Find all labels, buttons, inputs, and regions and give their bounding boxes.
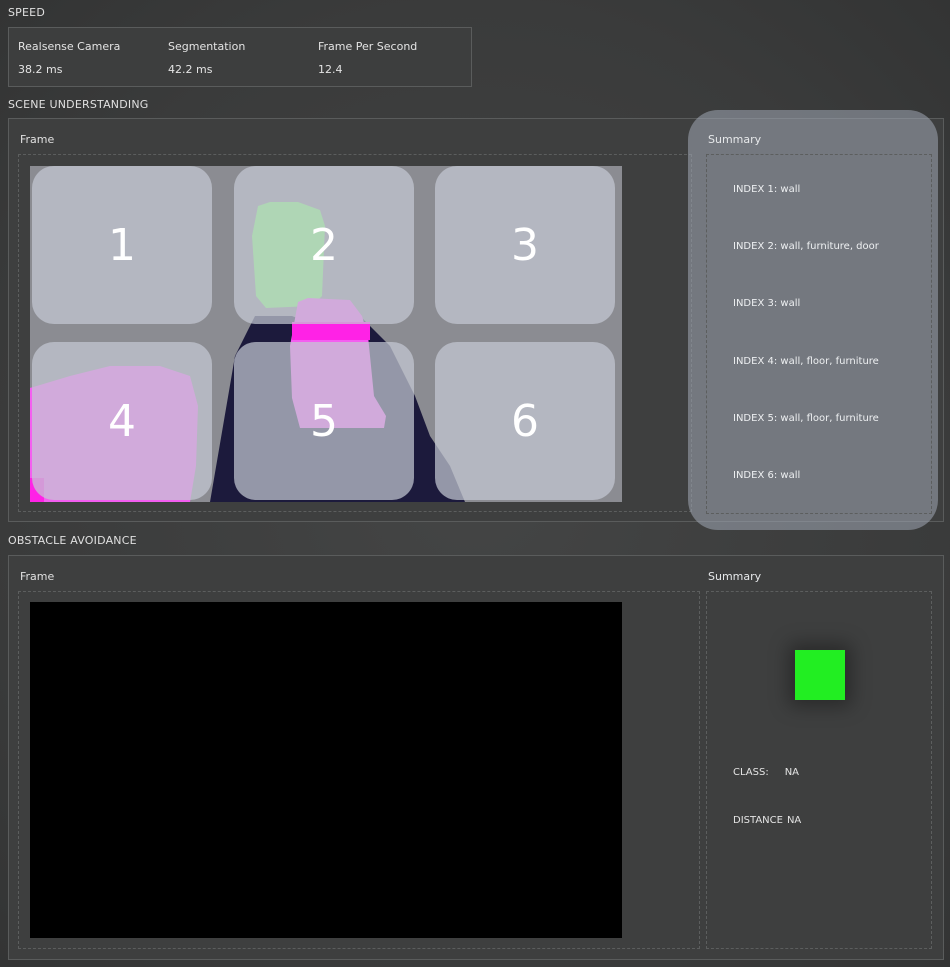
index-line-3: INDEX 3: wall <box>733 298 801 309</box>
scene-section-title: SCENE UNDERSTANDING <box>8 98 149 111</box>
distance-info: DISTANCE NA <box>733 815 801 826</box>
index-line-2: INDEX 2: wall, furniture, door <box>733 241 879 252</box>
grid-cell-1[interactable]: 1 <box>32 166 212 324</box>
distance-value: NA <box>786 815 802 826</box>
metric-label: Realsense Camera <box>18 40 121 53</box>
class-info: CLASS: NA <box>733 767 799 778</box>
scene-frame-label: Frame <box>20 133 55 146</box>
status-indicator <box>795 650 845 700</box>
index-line-6: INDEX 6: wall <box>733 470 801 481</box>
grid-cell-3[interactable]: 3 <box>435 166 615 324</box>
metric-label: Frame Per Second <box>318 40 418 53</box>
class-label: CLASS: <box>733 767 769 778</box>
metric-realsense-camera: Realsense Camera 38.2 ms <box>18 40 120 76</box>
grid-cell-4[interactable]: 4 <box>32 342 212 500</box>
index-line-4: INDEX 4: wall, floor, furniture <box>733 356 879 367</box>
app-window: SPEED Realsense Camera 38.2 ms Segmentat… <box>0 0 950 967</box>
class-value: NA <box>784 767 800 778</box>
obstacle-section-title: OBSTACLE AVOIDANCE <box>8 534 137 547</box>
metric-fps: Frame Per Second 12.4 <box>318 40 417 76</box>
metric-value: 12.4 <box>318 63 343 76</box>
metric-segmentation: Segmentation 42.2 ms <box>168 40 245 76</box>
segmentation-image: 1 2 3 4 5 6 <box>30 166 622 502</box>
grid-cell-5[interactable]: 5 <box>234 342 414 500</box>
metric-label: Segmentation <box>168 40 246 53</box>
index-line-5: INDEX 5: wall, floor, furniture <box>733 413 879 424</box>
grid-cell-2[interactable]: 2 <box>234 166 414 324</box>
obstacle-frame-image <box>30 602 622 938</box>
distance-label: DISTANCE <box>733 815 783 826</box>
obstacle-frame-label: Frame <box>20 570 55 583</box>
scene-summary-label: Summary <box>708 133 762 146</box>
metric-value: 42.2 ms <box>168 63 213 76</box>
scene-summary-box <box>706 154 932 514</box>
obstacle-summary-label: Summary <box>708 570 762 583</box>
metric-value: 38.2 ms <box>18 63 63 76</box>
index-line-1: INDEX 1: wall <box>733 184 801 195</box>
grid-cell-6[interactable]: 6 <box>435 342 615 500</box>
speed-panel: Realsense Camera 38.2 ms Segmentation 42… <box>8 27 472 87</box>
speed-section-title: SPEED <box>8 6 45 19</box>
